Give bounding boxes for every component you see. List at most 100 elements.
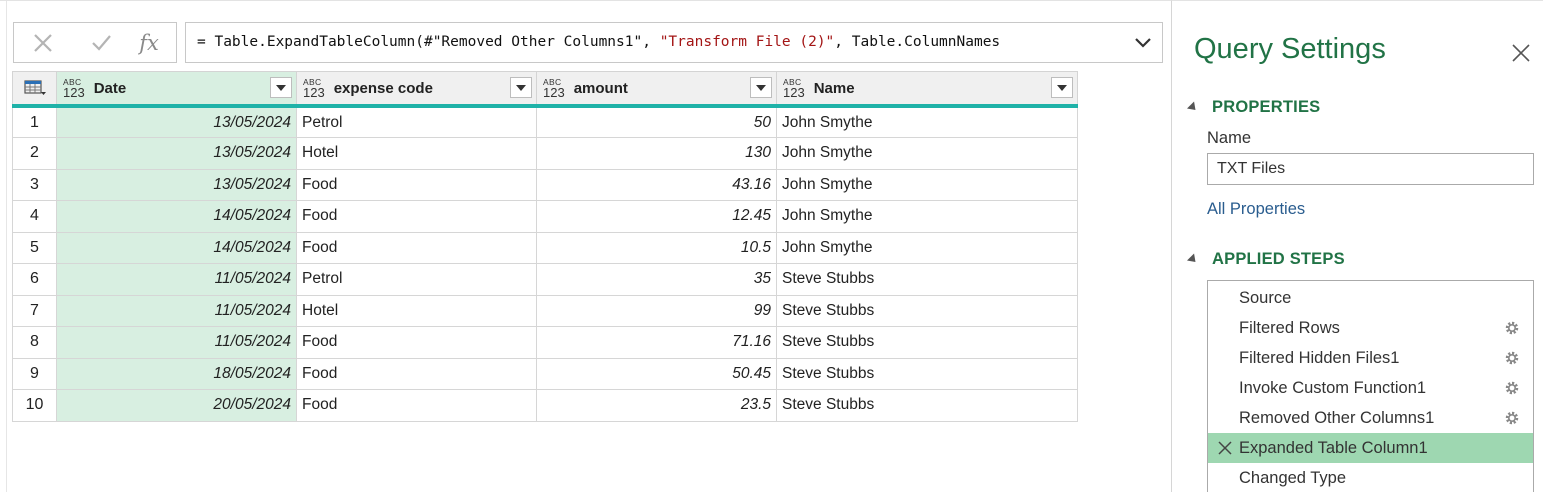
- column-filter-button[interactable]: [270, 77, 292, 98]
- dropdown-arrow-icon: [1057, 84, 1067, 91]
- applied-steps-section-toggle[interactable]: APPLIED STEPS: [1186, 250, 1345, 269]
- cancel-formula-button[interactable]: [26, 29, 60, 57]
- column-header-amount[interactable]: ABC 123 amount: [536, 71, 777, 108]
- formula-input[interactable]: = Table.ExpandTableColumn(#"Removed Othe…: [185, 22, 1163, 63]
- expense-code-cell[interactable]: Food: [296, 231, 537, 264]
- amount-cell[interactable]: 35: [536, 263, 777, 296]
- amount-cell[interactable]: 23.5: [536, 389, 777, 422]
- expense-code-cell[interactable]: Petrol: [296, 263, 537, 296]
- expense-code-cell[interactable]: Food: [296, 326, 537, 359]
- dropdown-arrow-icon: [516, 84, 526, 91]
- expense-code-cell[interactable]: Hotel: [296, 137, 537, 170]
- date-cell[interactable]: 11/05/2024: [56, 294, 297, 327]
- step-expanded-table-column1[interactable]: Expanded Table Column1: [1208, 433, 1533, 463]
- delete-step-icon[interactable]: [1217, 440, 1233, 456]
- properties-section-toggle[interactable]: PROPERTIES: [1186, 98, 1320, 117]
- date-cell[interactable]: 14/05/2024: [56, 200, 297, 233]
- insert-function-button[interactable]: fx: [132, 29, 166, 57]
- column-filter-button[interactable]: [510, 77, 532, 98]
- date-cell[interactable]: 11/05/2024: [56, 263, 297, 296]
- expand-formula-button[interactable]: [1132, 33, 1154, 53]
- step-source[interactable]: Source: [1208, 283, 1533, 313]
- column-label: Name: [813, 79, 855, 97]
- date-cell[interactable]: 13/05/2024: [56, 137, 297, 170]
- any-type-icon[interactable]: ABC 123: [543, 77, 565, 99]
- row-number[interactable]: 9: [12, 357, 57, 390]
- gear-icon[interactable]: [1503, 349, 1521, 367]
- amount-cell[interactable]: 12.45: [536, 200, 777, 233]
- name-cell[interactable]: John Smythe: [776, 105, 1078, 138]
- formula-text[interactable]: = Table.ExpandTableColumn(#"Removed Othe…: [197, 34, 1117, 50]
- any-type-icon[interactable]: ABC 123: [783, 77, 805, 99]
- table-row: 10 20/05/2024 Food 23.5 Steve Stubbs: [12, 389, 1078, 422]
- column-header-date[interactable]: ABC 123 Date: [56, 71, 297, 108]
- row-number[interactable]: 7: [12, 294, 57, 327]
- table-row: 3 13/05/2024 Food 43.16 John Smythe: [12, 168, 1078, 201]
- expense-code-cell[interactable]: Food: [296, 389, 537, 422]
- name-cell[interactable]: John Smythe: [776, 168, 1078, 201]
- step-filtered-rows[interactable]: Filtered Rows: [1208, 313, 1533, 343]
- step-removed-other-columns1[interactable]: Removed Other Columns1: [1208, 403, 1533, 433]
- table-corner-menu[interactable]: [12, 71, 57, 108]
- step-invoke-custom-function1[interactable]: Invoke Custom Function1: [1208, 373, 1533, 403]
- any-type-icon[interactable]: ABC 123: [303, 77, 325, 99]
- any-type-icon[interactable]: ABC 123: [63, 77, 85, 99]
- step-changed-type[interactable]: Changed Type: [1208, 463, 1533, 492]
- expense-code-cell[interactable]: Hotel: [296, 294, 537, 327]
- date-cell[interactable]: 18/05/2024: [56, 357, 297, 390]
- expense-code-cell[interactable]: Food: [296, 200, 537, 233]
- row-number[interactable]: 1: [12, 105, 57, 138]
- table-row: 6 11/05/2024 Petrol 35 Steve Stubbs: [12, 263, 1078, 296]
- gear-icon[interactable]: [1503, 319, 1521, 337]
- amount-cell[interactable]: 50.45: [536, 357, 777, 390]
- date-cell[interactable]: 13/05/2024: [56, 168, 297, 201]
- amount-cell[interactable]: 50: [536, 105, 777, 138]
- row-number[interactable]: 8: [12, 326, 57, 359]
- gear-icon[interactable]: [1503, 379, 1521, 397]
- expense-code-cell[interactable]: Food: [296, 168, 537, 201]
- formula-bar: fx = Table.ExpandTableColumn(#"Removed O…: [13, 22, 1163, 63]
- name-cell[interactable]: John Smythe: [776, 137, 1078, 170]
- name-cell[interactable]: Steve Stubbs: [776, 294, 1078, 327]
- amount-cell[interactable]: 130: [536, 137, 777, 170]
- query-name-input[interactable]: [1207, 153, 1534, 185]
- table-header-row: ABC 123 Date ABC 123 expense code ABC 123: [12, 71, 1078, 108]
- row-number[interactable]: 4: [12, 200, 57, 233]
- all-properties-link[interactable]: All Properties: [1207, 200, 1305, 219]
- step-label: Invoke Custom Function1: [1239, 378, 1427, 397]
- step-filtered-hidden-files1[interactable]: Filtered Hidden Files1: [1208, 343, 1533, 373]
- formula-buttons: fx: [13, 22, 177, 63]
- row-number[interactable]: 10: [12, 389, 57, 422]
- name-cell[interactable]: Steve Stubbs: [776, 389, 1078, 422]
- date-cell[interactable]: 20/05/2024: [56, 389, 297, 422]
- name-cell[interactable]: John Smythe: [776, 200, 1078, 233]
- expense-code-cell[interactable]: Petrol: [296, 105, 537, 138]
- gear-icon[interactable]: [1503, 409, 1521, 427]
- column-filter-button[interactable]: [750, 77, 772, 98]
- row-number[interactable]: 5: [12, 231, 57, 264]
- row-number[interactable]: 2: [12, 137, 57, 170]
- row-number[interactable]: 6: [12, 263, 57, 296]
- expense-code-cell[interactable]: Food: [296, 357, 537, 390]
- name-cell[interactable]: Steve Stubbs: [776, 326, 1078, 359]
- amount-cell[interactable]: 99: [536, 294, 777, 327]
- name-label: Name: [1207, 129, 1252, 147]
- name-cell[interactable]: Steve Stubbs: [776, 357, 1078, 390]
- date-cell[interactable]: 13/05/2024: [56, 105, 297, 138]
- amount-cell[interactable]: 43.16: [536, 168, 777, 201]
- row-number[interactable]: 3: [12, 168, 57, 201]
- date-cell[interactable]: 11/05/2024: [56, 326, 297, 359]
- amount-cell[interactable]: 10.5: [536, 231, 777, 264]
- column-header-expense-code[interactable]: ABC 123 expense code: [296, 71, 537, 108]
- date-cell[interactable]: 14/05/2024: [56, 231, 297, 264]
- close-icon: [1512, 44, 1530, 62]
- table-menu-icon: [23, 80, 46, 95]
- close-pane-button[interactable]: [1509, 41, 1533, 65]
- column-filter-button[interactable]: [1051, 77, 1073, 98]
- commit-formula-button[interactable]: [84, 29, 118, 57]
- step-label: Removed Other Columns1: [1239, 408, 1435, 427]
- name-cell[interactable]: John Smythe: [776, 231, 1078, 264]
- amount-cell[interactable]: 71.16: [536, 326, 777, 359]
- column-header-name[interactable]: ABC 123 Name: [776, 71, 1078, 108]
- name-cell[interactable]: Steve Stubbs: [776, 263, 1078, 296]
